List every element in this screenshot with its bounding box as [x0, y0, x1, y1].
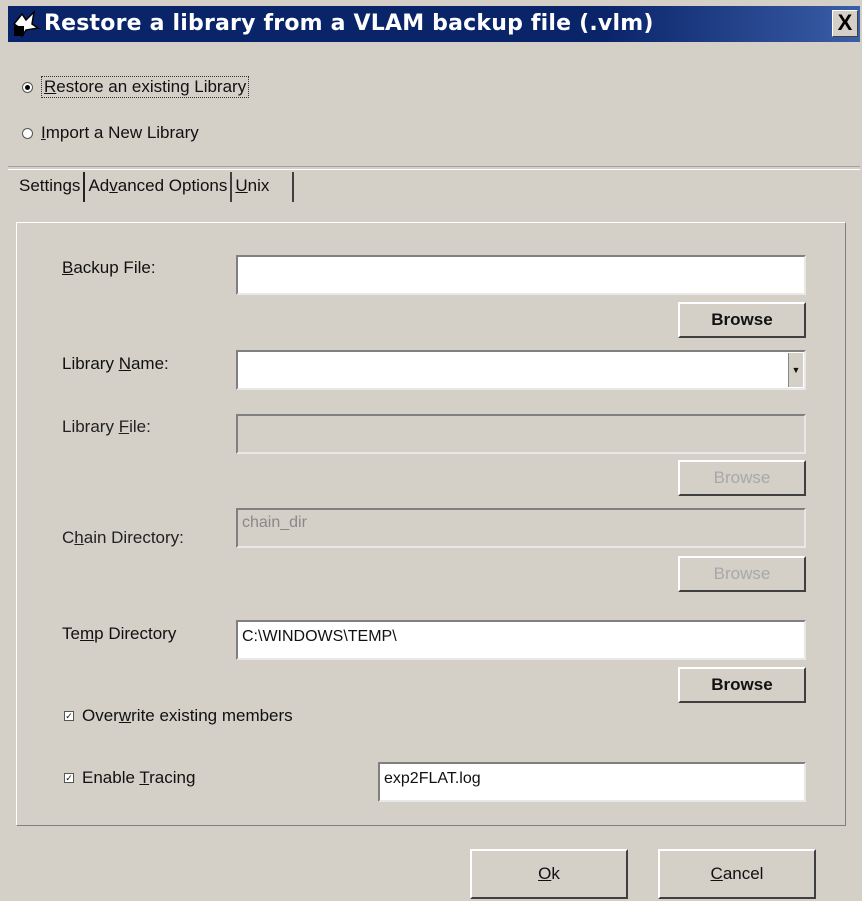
library-file-label: Library File: — [62, 417, 151, 436]
restore-library-dialog: Restore a library from a VLAM backup fil… — [0, 0, 862, 901]
radio-button[interactable] — [22, 127, 33, 139]
tab-advanced-options[interactable]: Advanced Options — [85, 172, 233, 202]
close-button[interactable]: X — [832, 10, 858, 37]
enable-tracing-label: Enable Tracing — [82, 768, 196, 787]
library-file-input — [236, 414, 806, 454]
temp-directory-label: Temp Directory — [62, 624, 177, 643]
backup-file-browse-button[interactable]: Browse — [678, 302, 806, 338]
radio-import-new[interactable]: Import a New Library — [22, 123, 199, 143]
library-name-dropdown[interactable]: ▼ — [236, 350, 806, 390]
trace-log-file-input[interactable]: exp2FLAT.log — [378, 762, 806, 802]
app-icon — [12, 10, 40, 38]
chain-directory-label: Chain Directory: — [62, 528, 184, 547]
radio-button-checked[interactable] — [22, 81, 33, 93]
separator — [8, 166, 860, 170]
window-title: Restore a library from a VLAM backup fil… — [44, 11, 654, 36]
tab-strip: Settings Advanced Options Unix — [16, 172, 295, 202]
checkbox-checked[interactable]: ✓ — [64, 773, 74, 783]
overwrite-existing-checkbox[interactable]: ✓ Overwrite existing members — [64, 706, 293, 726]
tab-settings[interactable]: Settings — [16, 172, 86, 202]
overwrite-existing-label: Overwrite existing members — [82, 706, 293, 725]
temp-directory-input[interactable]: C:\WINDOWS\TEMP\ — [236, 620, 806, 660]
ok-button[interactable]: Ok — [470, 849, 628, 899]
chain-directory-input: chain_dir — [236, 508, 806, 548]
cancel-button[interactable]: Cancel — [658, 849, 816, 899]
backup-file-input[interactable] — [236, 255, 806, 295]
chain-directory-browse-button: Browse — [678, 556, 806, 592]
checkbox-checked[interactable]: ✓ — [64, 711, 74, 721]
chevron-down-icon[interactable]: ▼ — [788, 353, 803, 387]
title-bar[interactable]: Restore a library from a VLAM backup fil… — [8, 6, 860, 42]
library-file-browse-button: Browse — [678, 460, 806, 496]
temp-directory-browse-button[interactable]: Browse — [678, 667, 806, 703]
radio-restore-existing-label: Restore an existing Library — [41, 76, 250, 98]
enable-tracing-checkbox[interactable]: ✓ Enable Tracing — [64, 768, 195, 788]
backup-file-label: Backup File: — [62, 258, 156, 277]
close-icon: X — [837, 10, 853, 35]
tab-unix[interactable]: Unix — [232, 172, 295, 202]
library-name-label: Library Name: — [62, 354, 169, 373]
radio-import-new-label: Import a New Library — [41, 123, 199, 142]
radio-restore-existing[interactable]: Restore an existing Library — [22, 76, 250, 98]
